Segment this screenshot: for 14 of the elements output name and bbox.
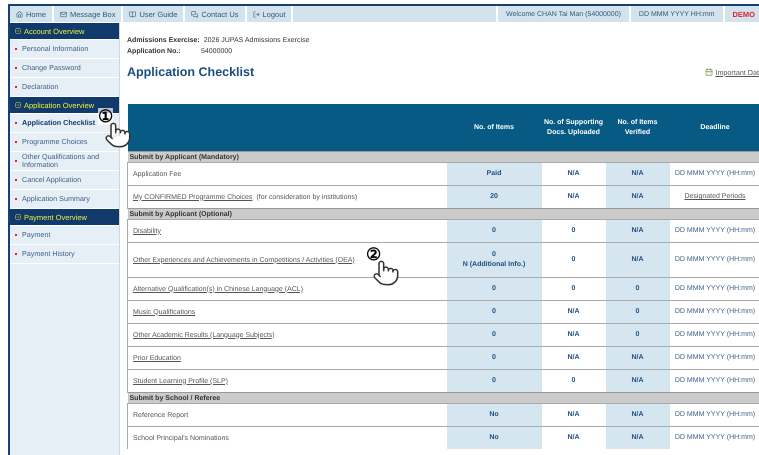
collapse-icon [15, 28, 21, 34]
collapse-icon [15, 102, 21, 108]
hand-pointer-icon [372, 259, 400, 287]
hand-pointer-icon [104, 121, 132, 149]
logout-icon [252, 10, 260, 18]
step-number: ① [98, 108, 113, 125]
book-icon [129, 10, 136, 18]
page-title: Application Checklist [127, 65, 254, 79]
home-icon [16, 10, 23, 18]
mail-icon [60, 10, 68, 18]
step-number: ② [366, 246, 381, 263]
chat-icon [191, 10, 198, 18]
collapse-icon [15, 214, 21, 220]
calendar-icon [705, 68, 714, 76]
